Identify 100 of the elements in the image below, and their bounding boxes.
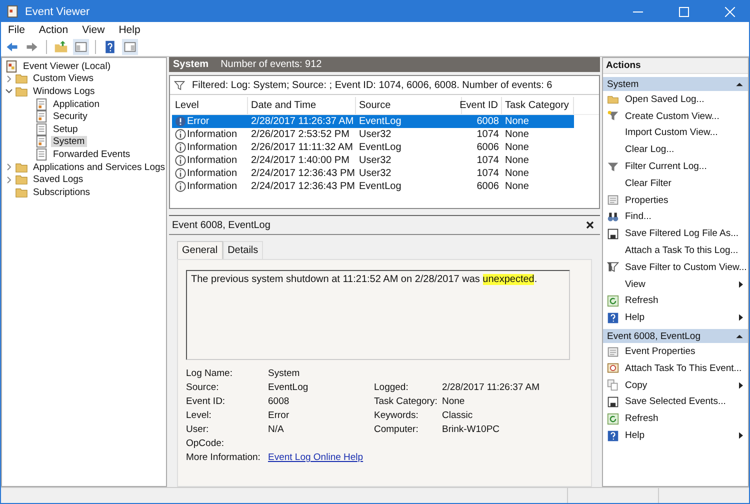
event-row[interactable]: Information 2/24/2017 1:40:00 PM User32 1074 None xyxy=(172,154,574,167)
copy-icon xyxy=(607,379,619,392)
property-label: Logged: xyxy=(374,382,410,394)
command-link[interactable]: Create Custom View... xyxy=(625,110,720,122)
command-link[interactable]: Find... xyxy=(625,211,652,222)
command-link[interactable]: View xyxy=(625,278,646,290)
command-link[interactable]: Save Selected Events... xyxy=(625,396,726,408)
property-value: 6008 xyxy=(268,396,290,408)
section-header[interactable]: Event 6008, EventLog xyxy=(603,329,748,344)
command-link[interactable]: Import Custom View... xyxy=(625,127,718,138)
filter-icon xyxy=(607,261,619,274)
command-link[interactable]: Attach Task To This Event... xyxy=(625,362,742,374)
command-link[interactable]: Help xyxy=(625,430,645,442)
log-icon xyxy=(35,98,48,111)
tree-item[interactable]: Applications and Services Logs xyxy=(31,162,168,173)
column-header[interactable]: Date and Time xyxy=(248,97,356,114)
tree-item[interactable]: Application xyxy=(51,98,102,110)
property-value: System xyxy=(268,368,301,380)
save-icon xyxy=(607,396,619,408)
section-header[interactable]: System xyxy=(603,77,748,91)
section-title: System xyxy=(607,78,639,90)
menu-item[interactable]: File xyxy=(8,24,25,36)
column-header[interactable]: Task Category xyxy=(502,97,574,114)
menu-item[interactable]: Help xyxy=(118,24,140,36)
property-value: None xyxy=(442,396,466,408)
tree-item[interactable]: Windows Logs xyxy=(31,86,97,97)
event-row[interactable]: Information 2/24/2017 12:36:43 PM User32 1074 None xyxy=(172,167,574,180)
property-value: EventLog xyxy=(268,382,310,394)
event-count: Number of events: 912 xyxy=(220,59,322,70)
event-row[interactable]: Information 2/26/2017 2:53:52 PM User32 1074 None xyxy=(172,128,574,141)
section-title: Event 6008, EventLog xyxy=(607,330,700,342)
tree-item[interactable]: Security xyxy=(51,111,90,122)
command-link[interactable]: Refresh xyxy=(625,295,658,306)
tree-item[interactable]: Setup xyxy=(51,124,80,135)
command-link[interactable]: Event Properties xyxy=(625,346,696,358)
tree-item[interactable]: Saved Logs xyxy=(31,174,86,186)
tree-item[interactable]: Forwarded Events xyxy=(51,148,132,160)
table-cell: 1074 xyxy=(476,129,499,140)
tab[interactable]: General xyxy=(177,241,223,259)
command-link[interactable]: Filter Current Log... xyxy=(625,161,707,172)
column-header[interactable]: Event ID xyxy=(462,97,502,114)
command-link[interactable]: Refresh xyxy=(625,413,658,424)
property-label: Level: xyxy=(186,410,212,422)
command-link[interactable]: Clear Log... xyxy=(625,144,674,156)
close-icon[interactable] xyxy=(586,221,594,229)
panel-icon[interactable] xyxy=(122,39,138,55)
menu-item[interactable]: Action xyxy=(38,24,68,36)
command-link[interactable]: Save Filtered Log File As... xyxy=(625,228,739,240)
column-header[interactable]: Source xyxy=(356,97,462,114)
table-cell: 2/24/2017 1:40:00 PM xyxy=(251,155,350,166)
table-cell: None xyxy=(505,142,529,153)
folder-icon xyxy=(15,173,28,186)
tree-item[interactable]: Subscriptions xyxy=(31,186,92,198)
tree-item[interactable]: Custom Views xyxy=(31,73,96,84)
property-label: Source: xyxy=(186,382,220,394)
collapse-caret-icon[interactable] xyxy=(736,334,743,339)
command-link[interactable]: Clear Filter xyxy=(625,178,672,189)
folder-icon xyxy=(607,93,619,106)
table-cell: EventLog xyxy=(359,116,402,127)
property-value: Classic xyxy=(442,410,474,422)
table-cell: 2/28/2017 11:26:37 AM xyxy=(251,116,354,127)
table-cell: Information xyxy=(187,181,238,192)
help-link[interactable]: Event Log Online Help xyxy=(268,452,364,463)
command-link[interactable]: Copy xyxy=(625,380,648,391)
log-title: System xyxy=(173,59,209,70)
event-row[interactable]: Information 2/24/2017 12:36:43 PM EventLog 6006 None xyxy=(172,180,574,193)
event-row[interactable]: Error 2/28/2017 11:26:37 AM EventLog 6008 None xyxy=(172,115,574,128)
filter-icon xyxy=(607,160,619,173)
command-link[interactable]: Properties xyxy=(625,194,668,206)
tree-item[interactable]: System xyxy=(51,136,87,148)
command-link[interactable]: Help xyxy=(625,312,645,324)
property-label: Keywords: xyxy=(374,410,420,422)
table-cell: None xyxy=(505,181,529,192)
event-row[interactable]: Information 2/26/2017 11:11:32 AM EventLog 6006 None xyxy=(172,141,574,154)
folder-icon xyxy=(15,160,28,174)
table-cell: Information xyxy=(187,142,238,153)
log-icon xyxy=(35,122,48,136)
log-icon xyxy=(35,135,48,148)
menu-item[interactable]: View xyxy=(82,24,105,36)
panel-icon[interactable] xyxy=(73,39,89,55)
table-cell: 2/26/2017 2:53:52 PM xyxy=(251,129,350,140)
table-cell: User32 xyxy=(359,155,392,166)
help-icon xyxy=(607,430,619,442)
folder-up-icon[interactable] xyxy=(53,39,69,55)
maximize-icon[interactable] xyxy=(679,6,689,16)
table-cell: None xyxy=(505,116,529,127)
table-cell: 6006 xyxy=(476,181,499,192)
column-header[interactable]: Level xyxy=(172,97,248,114)
folder-icon xyxy=(15,72,28,86)
collapse-caret-icon[interactable] xyxy=(736,82,743,86)
command-link[interactable]: Open Saved Log... xyxy=(625,94,704,105)
tab[interactable]: Details xyxy=(222,241,264,259)
property-value: Brink-W10PC xyxy=(442,424,501,436)
property-value: Error xyxy=(268,410,290,422)
property-value: 2/28/2017 11:26:37 AM xyxy=(442,382,541,394)
property-label: OpCode: xyxy=(186,438,226,450)
property-label: Task Category: xyxy=(374,396,438,408)
command-link[interactable]: Attach a Task To this Log... xyxy=(625,245,738,256)
command-link[interactable]: Save Filter to Custom View... xyxy=(625,262,747,273)
tree-item[interactable]: Event Viewer (Local) xyxy=(21,60,112,72)
